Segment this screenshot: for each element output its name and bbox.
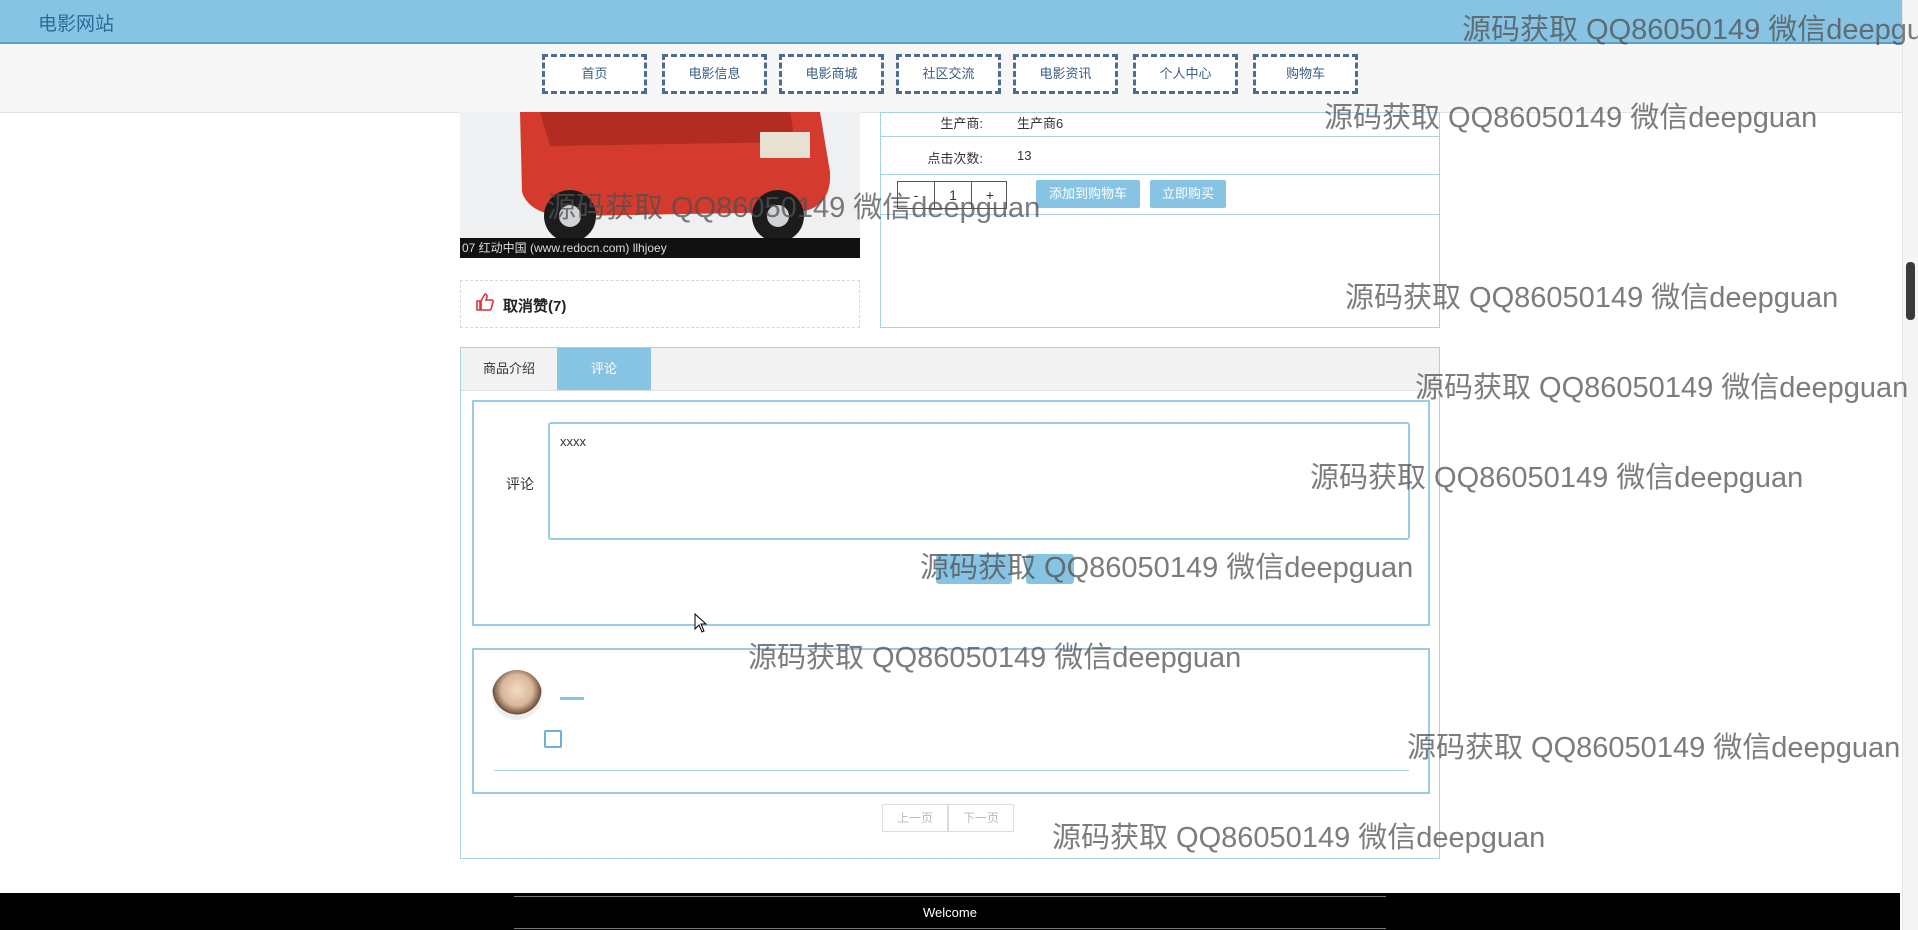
product-image: 07 红动中国 (www.redocn.com) llhjoey — [460, 112, 860, 258]
mouse-cursor-icon — [694, 612, 708, 638]
nav-item-movie-info[interactable]: 电影信息 — [662, 54, 767, 94]
product-tabs: 商品介绍 评论 评论 xxxx 上一页 下一页 — [460, 347, 1440, 859]
clicks-label: 点击次数: — [927, 151, 983, 166]
nav-item-home[interactable]: 首页 — [542, 54, 647, 94]
nav-item-community[interactable]: 社区交流 — [896, 54, 1001, 94]
avatar — [492, 670, 542, 720]
comment-username — [560, 697, 584, 700]
watermark: 源码获取 QQ86050149 微信deepguan — [1415, 372, 1909, 404]
quantity-value[interactable]: 1 — [935, 182, 971, 208]
reset-button[interactable] — [1026, 554, 1074, 584]
nav-item-movie-news[interactable]: 电影资讯 — [1013, 54, 1118, 94]
footer-divider-top — [514, 896, 1386, 897]
clicks-row: 点击次数: 13 — [881, 136, 1439, 175]
submit-comment-button[interactable] — [936, 554, 1012, 584]
comment-field-label: 评论 — [506, 476, 534, 492]
tab-comments[interactable]: 评论 — [557, 348, 651, 390]
comment-divider — [494, 770, 1409, 771]
like-label: 取消赞(7) — [503, 298, 567, 315]
footer-text: Welcome — [923, 905, 977, 920]
comment-item — [472, 648, 1430, 794]
quantity-stepper[interactable]: - 1 + — [897, 181, 1007, 209]
comment-textarea[interactable]: xxxx — [548, 422, 1410, 540]
scrollbar-thumb[interactable] — [1906, 262, 1915, 320]
prev-page-button[interactable]: 上一页 — [882, 804, 948, 832]
minus-icon[interactable]: - — [898, 182, 934, 208]
purchase-row: - 1 + 添加到购物车 立即购买 — [881, 174, 1439, 215]
comment-checkbox[interactable] — [544, 730, 562, 748]
producer-label: 生产商: — [940, 116, 983, 131]
footer-divider-bottom — [514, 928, 1386, 929]
nav-item-movie-shop[interactable]: 电影商城 — [779, 54, 884, 94]
plus-icon[interactable]: + — [972, 182, 1008, 208]
main-nav: 首页 电影信息 电影商城 社区交流 电影资讯 个人中心 购物车 — [0, 44, 1918, 113]
like-button[interactable]: 取消赞(7) — [460, 280, 860, 328]
clicks-value: 13 — [1017, 148, 1032, 163]
product-info-table: 生产商: 生产商6 点击次数: 13 - 1 + 添加到购物车 立即购买 — [880, 112, 1440, 328]
tab-product-intro[interactable]: 商品介绍 — [461, 348, 557, 390]
site-title[interactable]: 电影网站 — [38, 9, 114, 36]
tabs-header: 商品介绍 评论 — [461, 348, 1439, 391]
footer: Welcome — [0, 893, 1900, 930]
producer-value: 生产商6 — [1017, 116, 1064, 131]
thumbs-up-icon — [475, 292, 495, 317]
producer-row: 生产商: 生产商6 — [881, 113, 1439, 137]
top-header: 电影网站 — [0, 0, 1918, 44]
add-to-cart-button[interactable]: 添加到购物车 — [1036, 180, 1140, 208]
nav-item-cart[interactable]: 购物车 — [1253, 54, 1358, 94]
toy-car-picture — [460, 112, 860, 242]
scrollbar[interactable] — [1902, 0, 1918, 930]
watermark: 源码获取 QQ86050149 微信deepguan — [1407, 732, 1901, 764]
comment-form: 评论 xxxx — [472, 400, 1430, 626]
buy-now-button[interactable]: 立即购买 — [1150, 180, 1226, 208]
image-caption: 07 红动中国 (www.redocn.com) llhjoey — [460, 238, 860, 258]
next-page-button[interactable]: 下一页 — [948, 804, 1014, 832]
nav-item-personal-center[interactable]: 个人中心 — [1133, 54, 1238, 94]
